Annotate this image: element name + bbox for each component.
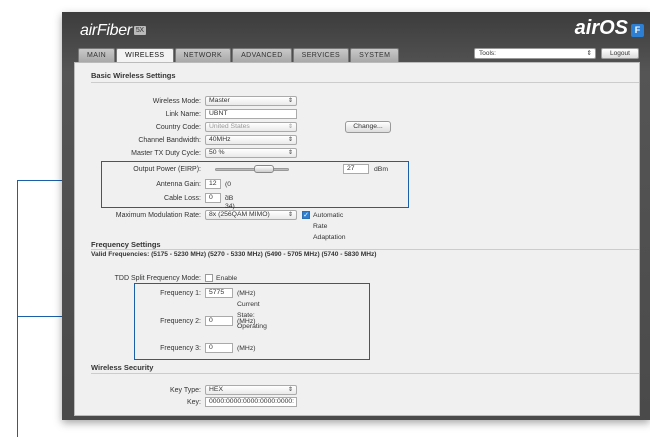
output-power-slider-thumb[interactable] bbox=[253, 165, 274, 173]
key-type-value: HEX bbox=[209, 386, 223, 393]
brand-text: airFiber bbox=[80, 22, 132, 39]
dropdown-arrow-icon: ⇕ bbox=[287, 124, 293, 130]
device-window: airFiber 5X airOS F MAIN WIRELESS NETWORK… bbox=[62, 12, 650, 420]
country-code-value: United States bbox=[209, 123, 250, 130]
tab-services[interactable]: SERVICES bbox=[292, 48, 350, 62]
max-modulation-label: Maximum Modulation Rate: bbox=[115, 212, 201, 219]
wireless-mode-select[interactable]: Master ⇕ bbox=[205, 96, 297, 106]
duty-cycle-label: Master TX Duty Cycle: bbox=[131, 150, 201, 157]
key-type-select[interactable]: HEX ⇕ bbox=[205, 385, 297, 395]
cable-loss-unit: dB bbox=[225, 195, 234, 202]
airos-logo: airOS bbox=[574, 17, 628, 39]
output-power-slider[interactable] bbox=[215, 168, 289, 171]
wireless-mode-label: Wireless Mode: bbox=[152, 98, 201, 105]
link-name-label: Link Name: bbox=[165, 111, 201, 118]
airfiber-logo: airFiber 5X bbox=[80, 22, 146, 40]
key-type-label: Key Type: bbox=[169, 387, 201, 394]
antenna-gain-label: Antenna Gain: bbox=[156, 181, 201, 188]
frequency-2-hint: (MHz) bbox=[237, 318, 256, 325]
dropdown-arrow-icon: ⇕ bbox=[287, 137, 293, 143]
main-tabs: MAIN WIRELESS NETWORK ADVANCED SERVICES … bbox=[78, 48, 400, 62]
divider bbox=[91, 249, 639, 250]
airos-badge-icon: F bbox=[631, 24, 644, 37]
duty-cycle-select[interactable]: 50 % ⇕ bbox=[205, 148, 297, 158]
dropdown-arrow-icon: ⇕ bbox=[586, 50, 592, 57]
tab-main[interactable]: MAIN bbox=[78, 48, 116, 62]
antenna-gain-field[interactable]: 12 bbox=[205, 179, 221, 189]
tab-system[interactable]: SYSTEM bbox=[350, 48, 400, 62]
channel-bandwidth-value: 40MHz bbox=[209, 136, 231, 143]
tdd-split-checkbox[interactable] bbox=[205, 274, 213, 282]
dropdown-arrow-icon: ⇕ bbox=[287, 150, 293, 156]
country-code-label: Country Code: bbox=[155, 124, 201, 131]
max-modulation-select[interactable]: 8x (256QAM MIMO) ⇕ bbox=[205, 210, 297, 220]
channel-bandwidth-select[interactable]: 40MHz ⇕ bbox=[205, 135, 297, 145]
frequency-3-hint: (MHz) bbox=[237, 345, 256, 352]
divider bbox=[91, 82, 639, 83]
country-code-select: United States ⇕ bbox=[205, 122, 297, 132]
frequency-1-label: Frequency 1: bbox=[160, 290, 201, 297]
frequency-3-label: Frequency 3: bbox=[160, 345, 201, 352]
key-field[interactable]: 0000:0000:0000:0000:0000: bbox=[205, 397, 297, 407]
valid-frequencies-text: Valid Frequencies: (5175 - 5230 MHz) (52… bbox=[91, 251, 377, 258]
section-title-basic: Basic Wireless Settings bbox=[91, 71, 176, 80]
tab-advanced[interactable]: ADVANCED bbox=[232, 48, 292, 62]
tab-network[interactable]: NETWORK bbox=[174, 48, 232, 62]
brand-badge: 5X bbox=[133, 26, 146, 35]
cable-loss-field[interactable]: 0 bbox=[205, 193, 221, 203]
callout-line bbox=[17, 180, 18, 437]
auto-rate-label: Automatic Rate Adaptation bbox=[313, 212, 346, 241]
max-modulation-value: 8x (256QAM MIMO) bbox=[209, 211, 270, 218]
duty-cycle-value: 50 % bbox=[209, 149, 225, 156]
link-name-field[interactable]: UBNT bbox=[205, 109, 297, 119]
section-title-security: Wireless Security bbox=[91, 363, 154, 372]
frequency-2-label: Frequency 2: bbox=[160, 318, 201, 325]
key-label: Key: bbox=[186, 399, 201, 406]
auto-rate-checkbox[interactable]: ✓ bbox=[302, 211, 310, 219]
output-power-field[interactable]: 27 bbox=[343, 164, 369, 174]
divider bbox=[91, 373, 639, 374]
dropdown-arrow-icon: ⇕ bbox=[287, 98, 293, 104]
frequency-2-field[interactable]: 0 bbox=[205, 316, 233, 326]
tab-wireless[interactable]: WIRELESS bbox=[116, 48, 174, 62]
output-power-label: Output Power (EIRP): bbox=[133, 166, 201, 173]
cable-loss-label: Cable Loss: bbox=[164, 195, 201, 202]
wireless-mode-value: Master bbox=[209, 97, 230, 104]
dropdown-arrow-icon: ⇕ bbox=[287, 212, 293, 218]
frequency-1-field[interactable]: 5775 bbox=[205, 288, 233, 298]
channel-bandwidth-label: Channel Bandwidth: bbox=[138, 137, 201, 144]
tools-dropdown[interactable]: Tools: ⇕ bbox=[474, 48, 596, 59]
output-power-unit: dBm bbox=[374, 166, 388, 173]
logout-button[interactable]: Logout bbox=[601, 48, 639, 59]
section-title-frequency: Frequency Settings bbox=[91, 240, 161, 249]
settings-panel: Basic Wireless Settings Wireless Mode: M… bbox=[74, 62, 640, 416]
tools-label: Tools: bbox=[479, 50, 496, 57]
frequency-3-field[interactable]: 0 bbox=[205, 343, 233, 353]
change-country-button[interactable]: Change... bbox=[345, 121, 391, 133]
dropdown-arrow-icon: ⇕ bbox=[287, 387, 293, 393]
